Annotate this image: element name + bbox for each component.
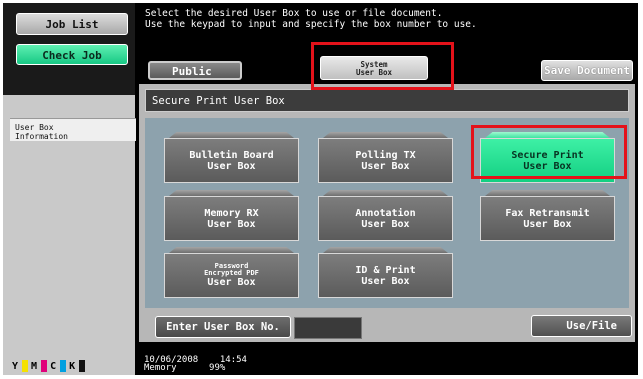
panel-title: Secure Print User Box	[145, 89, 629, 112]
check-job-button[interactable]: Check Job	[16, 44, 128, 65]
bulletin-board-user-box-button[interactable]: Bulletin Board User Box	[164, 138, 299, 183]
fax-retransmit-user-box-button[interactable]: Fax Retransmit User Box	[480, 196, 615, 241]
message-line-1: Select the desired User Box to use or fi…	[145, 8, 443, 19]
toner-c-bar	[60, 360, 67, 372]
box-label-2: User Box	[207, 160, 256, 172]
box-label-2: User Box	[207, 277, 256, 288]
highlight-secure-print	[471, 125, 627, 179]
toner-indicator: Y M C K	[12, 359, 86, 373]
box-label-1: ID & Print	[355, 264, 416, 276]
user-box-panel: Secure Print User Box Bulletin Board Use…	[139, 84, 635, 342]
info-line-1: User Box	[15, 123, 54, 132]
toner-k-label: K	[69, 360, 76, 372]
job-list-button[interactable]: Job List	[16, 13, 128, 35]
left-sidebar: Job List Check Job User Box Information …	[3, 3, 136, 375]
box-label-1: Bulletin Board	[189, 149, 274, 161]
toner-y-bar	[22, 360, 29, 372]
highlight-system-tab	[311, 42, 454, 90]
memory-value: 99%	[209, 363, 226, 373]
box-label-1: Fax Retransmit	[505, 207, 590, 219]
annotation-user-box-button[interactable]: Annotation User Box	[318, 196, 453, 241]
box-label-1: Annotation	[355, 207, 416, 219]
polling-tx-user-box-button[interactable]: Polling TX User Box	[318, 138, 453, 183]
box-label-1b: Encrypted PDF	[204, 269, 259, 277]
save-document-button[interactable]: Save Document	[541, 60, 633, 81]
box-label-2: User Box	[361, 160, 410, 172]
toner-k-bar	[79, 360, 86, 372]
box-label-2: User Box	[207, 218, 256, 230]
use-file-button[interactable]: Use/File	[531, 315, 632, 337]
toner-c-label: C	[50, 360, 57, 372]
instruction-message: Select the desired User Box to use or fi…	[145, 8, 477, 30]
id-print-user-box-button[interactable]: ID & Print User Box	[318, 253, 453, 298]
toner-m-label: M	[31, 360, 38, 372]
box-label-1: Memory RX	[204, 207, 259, 219]
user-box-number-input[interactable]	[294, 317, 362, 339]
toner-y-label: Y	[12, 360, 19, 372]
tab-public[interactable]: Public	[148, 61, 242, 80]
box-label-2: User Box	[361, 218, 410, 230]
toner-m-bar	[41, 360, 48, 372]
box-label-2: User Box	[523, 218, 572, 230]
memory-label: Memory	[144, 363, 177, 373]
message-line-2: Use the keypad to input and specify the …	[145, 19, 477, 30]
status-bar: 10/06/2008 14:54 Memory 99%	[144, 356, 247, 373]
user-box-information[interactable]: User Box Information	[10, 118, 136, 141]
info-line-2: Information	[15, 132, 68, 141]
enter-user-box-no-button[interactable]: Enter User Box No.	[155, 316, 291, 338]
password-encrypted-pdf-user-box-button[interactable]: Password Encrypted PDF User Box	[164, 253, 299, 298]
memory-rx-user-box-button[interactable]: Memory RX User Box	[164, 196, 299, 241]
box-label-1: Polling TX	[355, 149, 416, 161]
box-label-2: User Box	[361, 275, 410, 287]
